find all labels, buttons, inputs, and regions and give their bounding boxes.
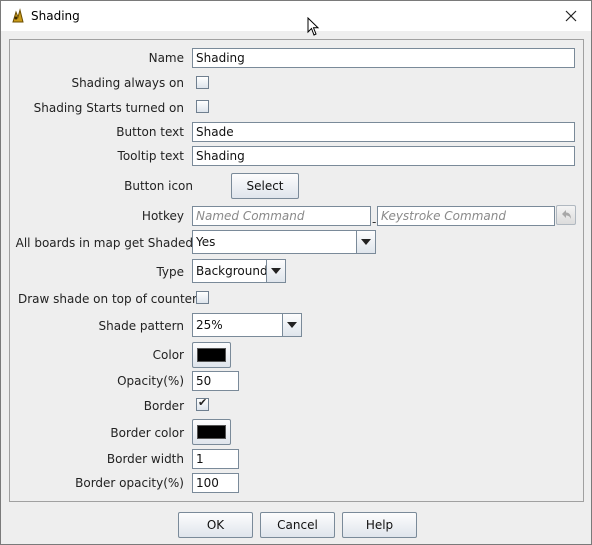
always-on-label: Shading always on <box>71 76 184 90</box>
all-boards-dropdown[interactable] <box>356 231 375 253</box>
color-swatch <box>197 348 226 362</box>
shade-pattern-dropdown[interactable] <box>282 314 301 336</box>
all-boards-value: Yes <box>196 235 216 249</box>
tooltip-text-field[interactable]: Shading <box>192 146 575 166</box>
opacity-label: Opacity(%) <box>117 374 184 388</box>
type-label: Type <box>156 265 184 279</box>
help-button[interactable]: Help <box>342 512 417 538</box>
window-title: Shading <box>31 9 80 23</box>
chevron-down-icon <box>271 268 281 274</box>
app-logo-icon <box>12 8 24 23</box>
settings-panel: Name Shading Shading always on Shading S… <box>9 39 584 502</box>
border-color-button[interactable] <box>192 419 231 445</box>
shade-pattern-select[interactable]: 25% <box>192 313 302 337</box>
shade-pattern-value: 25% <box>196 318 223 332</box>
border-opacity-label: Border opacity(%) <box>75 476 184 490</box>
close-icon <box>565 10 577 22</box>
border-width-field[interactable]: 1 <box>192 449 239 469</box>
border-checkbox[interactable] <box>196 396 209 411</box>
name-field[interactable]: Shading <box>192 48 575 68</box>
undo-button[interactable] <box>556 205 576 225</box>
select-icon-button[interactable]: Select <box>231 173 299 199</box>
shade-pattern-label: Shade pattern <box>98 319 184 333</box>
undo-arrow-icon <box>562 210 571 219</box>
type-dropdown[interactable] <box>266 260 285 282</box>
dialog-window: Shading Name Shading Shading always on S… <box>0 0 592 545</box>
chevron-down-icon <box>287 322 297 328</box>
all-boards-label: All boards in map get Shaded <box>15 236 193 250</box>
button-text-field[interactable]: Shade <box>192 122 575 142</box>
keystroke-command-field[interactable]: Keystroke Command <box>377 206 555 226</box>
button-icon-label: Button icon <box>124 179 193 193</box>
color-label: Color <box>152 348 184 362</box>
type-select[interactable]: Background <box>192 259 286 283</box>
border-color-swatch <box>197 425 226 439</box>
mouse-cursor-icon <box>307 17 320 36</box>
named-command-field[interactable]: Named Command <box>192 206 371 226</box>
all-boards-select[interactable]: Yes <box>192 230 376 254</box>
name-label: Name <box>148 51 184 65</box>
title-bar[interactable]: Shading <box>1 1 591 31</box>
border-width-label: Border width <box>106 452 184 466</box>
button-text-label: Button text <box>116 125 184 139</box>
ok-button[interactable]: OK <box>178 512 253 538</box>
draw-on-top-checkbox[interactable] <box>196 291 209 304</box>
draw-on-top-label: Draw shade on top of counters <box>18 292 204 306</box>
color-button[interactable] <box>192 342 231 368</box>
hotkey-label: Hotkey <box>141 209 184 223</box>
cancel-button[interactable]: Cancel <box>260 512 335 538</box>
hotkey-separator: - <box>372 215 377 229</box>
opacity-field[interactable]: 50 <box>192 371 239 391</box>
starts-on-label: Shading Starts turned on <box>33 101 184 115</box>
border-opacity-field[interactable]: 100 <box>192 473 239 493</box>
always-on-checkbox[interactable] <box>196 76 209 89</box>
tooltip-text-label: Tooltip text <box>117 149 184 163</box>
starts-on-checkbox[interactable] <box>196 100 209 113</box>
border-label: Border <box>143 399 184 413</box>
close-button[interactable] <box>557 3 585 29</box>
border-color-label: Border color <box>110 426 184 440</box>
chevron-down-icon <box>361 239 371 245</box>
type-value: Background <box>196 264 268 278</box>
